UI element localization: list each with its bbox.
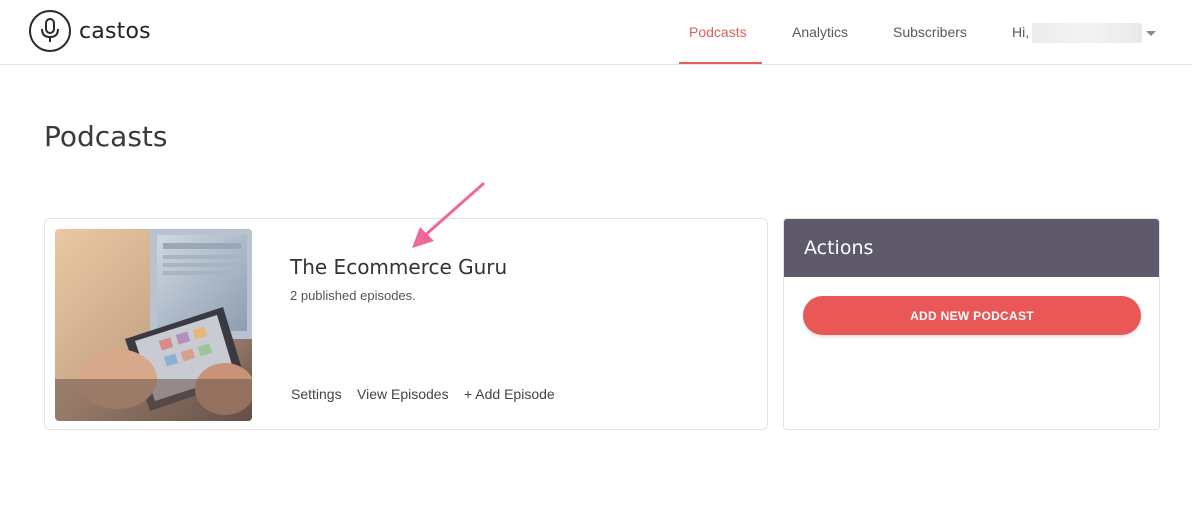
add-new-podcast-button[interactable]: ADD NEW PODCAST [803,296,1141,335]
chevron-down-icon[interactable] [1146,31,1156,36]
brand-logo[interactable]: castos [29,10,151,52]
nav-analytics[interactable]: Analytics [792,24,848,40]
nav-podcasts[interactable]: Podcasts [689,24,747,40]
user-greeting[interactable]: Hi, [1012,24,1029,40]
brand-name: castos [79,18,151,44]
microphone-icon [29,10,71,52]
page-title: Podcasts [44,120,168,153]
user-name-redacted[interactable] [1032,23,1142,43]
podcast-cover-image[interactable] [55,229,252,421]
nav-subscribers[interactable]: Subscribers [893,24,967,40]
top-navigation-bar: castos Podcasts Analytics Subscribers Hi… [0,0,1192,65]
annotation-arrow-icon [412,182,485,248]
actions-panel: Actions ADD NEW PODCAST [783,218,1160,430]
active-nav-indicator [679,62,762,64]
view-episodes-link[interactable]: View Episodes [357,386,449,402]
actions-heading: Actions [784,219,1159,277]
settings-link[interactable]: Settings [291,386,342,402]
add-episode-link[interactable]: + Add Episode [464,386,555,402]
podcast-title[interactable]: The Ecommerce Guru [290,255,507,279]
episode-count: 2 published episodes. [290,288,416,303]
